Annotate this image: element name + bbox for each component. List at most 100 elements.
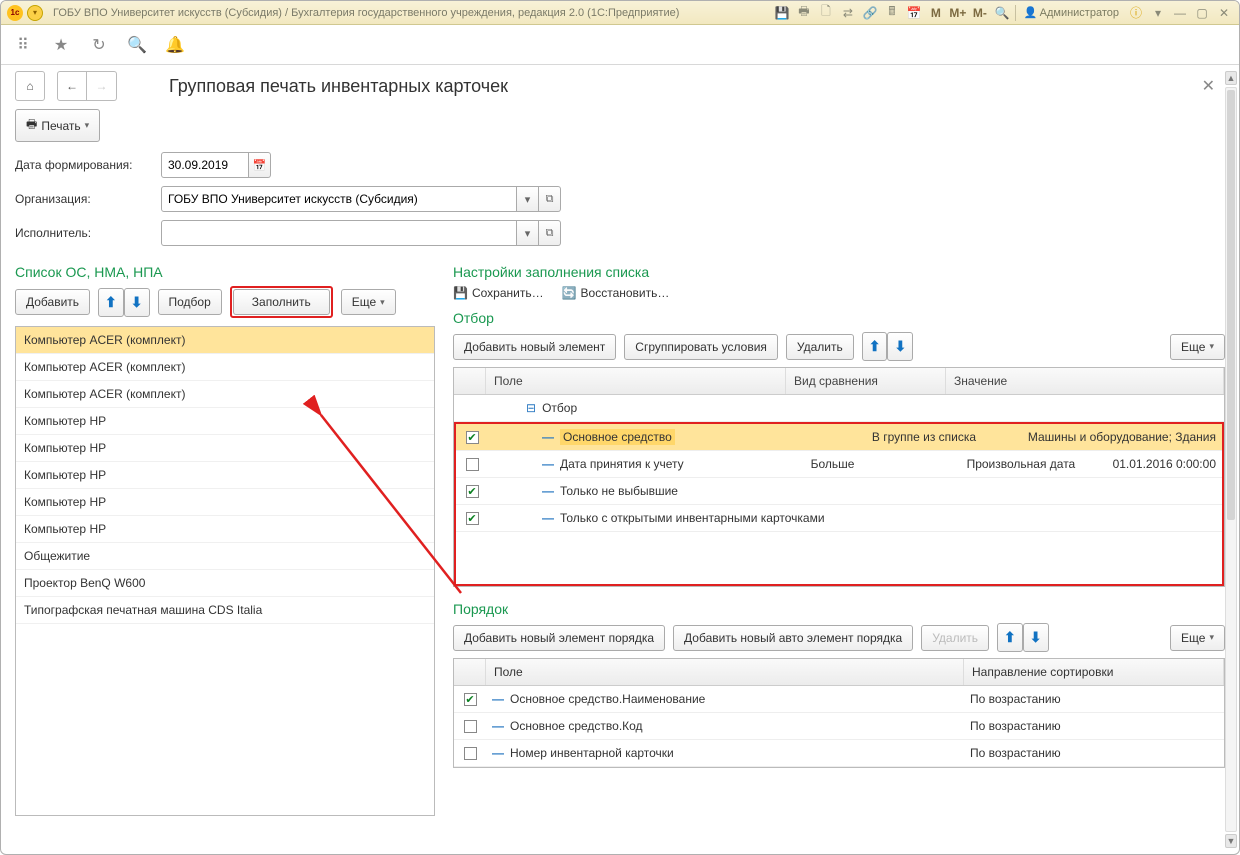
back-button[interactable]: ← — [57, 71, 87, 101]
memory-m[interactable]: M — [927, 4, 945, 22]
maximize-icon[interactable]: ▢ — [1193, 4, 1211, 22]
app-menu-dropdown[interactable]: ▾ — [27, 5, 43, 21]
checkbox[interactable] — [466, 431, 479, 444]
user-label[interactable]: 👤 Администратор — [1024, 6, 1119, 19]
restore-settings-link[interactable]: 🔄Восстановить… — [562, 286, 670, 300]
dash-icon: — — [494, 430, 554, 444]
order-up-button[interactable]: ⬆ — [997, 623, 1023, 652]
fill-button[interactable]: Заполнить — [233, 289, 330, 315]
memory-m-minus[interactable]: M- — [971, 4, 989, 22]
scroll-track[interactable] — [1225, 87, 1237, 832]
history-icon[interactable]: ↻ — [89, 35, 109, 55]
checkbox[interactable] — [466, 512, 479, 525]
print-button[interactable]: 🖶 Печать ▾ — [15, 109, 100, 142]
filter-row[interactable]: —Только с открытыми инвентарными карточк… — [456, 505, 1222, 532]
filter-root-row[interactable]: ⊟Отбор — [454, 395, 1224, 422]
dash-icon: — — [494, 457, 554, 471]
more-button-left[interactable]: Еще ▾ — [341, 289, 396, 315]
minimize-icon[interactable]: — — [1171, 4, 1189, 22]
checkbox[interactable] — [466, 458, 479, 471]
move-up-button[interactable]: ⬆ — [98, 288, 124, 317]
home-button[interactable]: ⌂ — [15, 71, 45, 101]
list-item[interactable]: Общежитие — [16, 543, 434, 570]
close-page-button[interactable]: ✕ — [1202, 76, 1215, 96]
date-picker-button[interactable] — [249, 152, 271, 178]
filter-row[interactable]: —Только не выбывшие — [456, 478, 1222, 505]
save-icon[interactable]: 💾 — [773, 4, 791, 22]
order-row[interactable]: —Основное средство.НаименованиеПо возрас… — [454, 686, 1224, 713]
order-field-label: Основное средство.Наименование — [510, 692, 705, 706]
add-button[interactable]: Добавить — [15, 289, 90, 315]
list-item[interactable]: Проектор BenQ W600 — [16, 570, 434, 597]
arrow-up-icon: ⬆ — [869, 338, 881, 355]
list-item[interactable]: Компьютер HP — [16, 462, 434, 489]
order-field-label: Основное средство.Код — [510, 719, 643, 733]
favorite-icon[interactable]: ★ — [51, 35, 71, 55]
list-item[interactable]: Компьютер HP — [16, 516, 434, 543]
notifications-icon[interactable]: 🔔 — [165, 35, 185, 55]
order-more-button[interactable]: Еще▾ — [1170, 625, 1225, 651]
order-col-field: Поле — [486, 659, 964, 685]
filter-add-button[interactable]: Добавить новый элемент — [453, 334, 616, 360]
list-item[interactable]: Компьютер HP — [16, 408, 434, 435]
arrow-down-icon: ⬇ — [131, 294, 143, 311]
filter-row[interactable]: —Дата принятия к учетуБольшеПроизвольная… — [456, 451, 1222, 478]
search-icon[interactable]: 🔍 — [127, 35, 147, 55]
date-input[interactable] — [161, 152, 249, 178]
window-scrollbar[interactable]: ▲ ▼ — [1225, 71, 1237, 848]
filter-up-button[interactable]: ⬆ — [862, 332, 888, 361]
close-window-icon[interactable]: ✕ — [1215, 4, 1233, 22]
executor-input[interactable] — [161, 220, 517, 246]
order-add-auto-button[interactable]: Добавить новый авто элемент порядка — [673, 625, 913, 651]
filter-row[interactable]: —Основное средствоВ группе из спискаМаши… — [456, 424, 1222, 451]
compare-icon[interactable]: ⇄ — [839, 4, 857, 22]
order-down-button[interactable]: ⬇ — [1023, 623, 1049, 652]
dash-icon: — — [492, 719, 504, 733]
calendar-icon[interactable]: 📅 — [905, 4, 923, 22]
move-down-button[interactable]: ⬇ — [124, 288, 150, 317]
order-add-button[interactable]: Добавить новый элемент порядка — [453, 625, 665, 651]
list-item[interactable]: Компьютер HP — [16, 489, 434, 516]
arrow-down-icon: ⬇ — [894, 338, 906, 355]
scroll-down-icon[interactable]: ▼ — [1225, 834, 1237, 848]
filter-group-button[interactable]: Сгруппировать условия — [624, 334, 778, 360]
apps-icon[interactable]: ⠿ — [13, 35, 33, 55]
checkbox[interactable] — [464, 720, 477, 733]
select-button[interactable]: Подбор — [158, 289, 222, 315]
info-icon[interactable]: ⓘ — [1127, 4, 1145, 22]
scroll-thumb[interactable] — [1227, 90, 1235, 520]
chevron-down-icon — [525, 193, 531, 206]
org-open-button[interactable] — [539, 186, 561, 212]
options-dropdown-icon[interactable]: ▾ — [1149, 4, 1167, 22]
link-icon[interactable]: 🔗 — [861, 4, 879, 22]
calculator-icon[interactable]: 🖩 — [883, 4, 901, 22]
list-item[interactable]: Компьютер ACER (комплект) — [16, 354, 434, 381]
preview-icon[interactable]: 🗋 — [817, 4, 835, 22]
memory-m-plus[interactable]: M+ — [949, 4, 967, 22]
order-row[interactable]: —Основное средство.КодПо возрастанию — [454, 713, 1224, 740]
executor-dropdown-button[interactable] — [517, 220, 539, 246]
org-input[interactable] — [161, 186, 517, 212]
executor-open-button[interactable] — [539, 220, 561, 246]
forward-button[interactable]: → — [87, 71, 117, 101]
filter-col-value: Значение — [946, 368, 1224, 394]
list-item[interactable]: Типографская печатная машина CDS Italia — [16, 597, 434, 624]
list-item[interactable]: Компьютер ACER (комплект) — [16, 381, 434, 408]
filter-delete-button[interactable]: Удалить — [786, 334, 854, 360]
order-delete-button[interactable]: Удалить — [921, 625, 989, 651]
save-settings-link[interactable]: 💾Сохранить… — [453, 286, 544, 300]
checkbox[interactable] — [466, 485, 479, 498]
order-row[interactable]: —Номер инвентарной карточкиПо возрастани… — [454, 740, 1224, 767]
filter-more-button[interactable]: Еще▾ — [1170, 334, 1225, 360]
org-label: Организация: — [15, 192, 155, 206]
org-dropdown-button[interactable] — [517, 186, 539, 212]
object-list[interactable]: Компьютер ACER (комплект)Компьютер ACER … — [15, 326, 435, 816]
list-item[interactable]: Компьютер ACER (комплект) — [16, 327, 434, 354]
zoom-icon[interactable]: 🔍 — [993, 4, 1011, 22]
print-icon[interactable]: 🖶 — [795, 4, 813, 22]
scroll-up-icon[interactable]: ▲ — [1225, 71, 1237, 85]
filter-down-button[interactable]: ⬇ — [887, 332, 913, 361]
checkbox[interactable] — [464, 693, 477, 706]
list-item[interactable]: Компьютер HP — [16, 435, 434, 462]
checkbox[interactable] — [464, 747, 477, 760]
